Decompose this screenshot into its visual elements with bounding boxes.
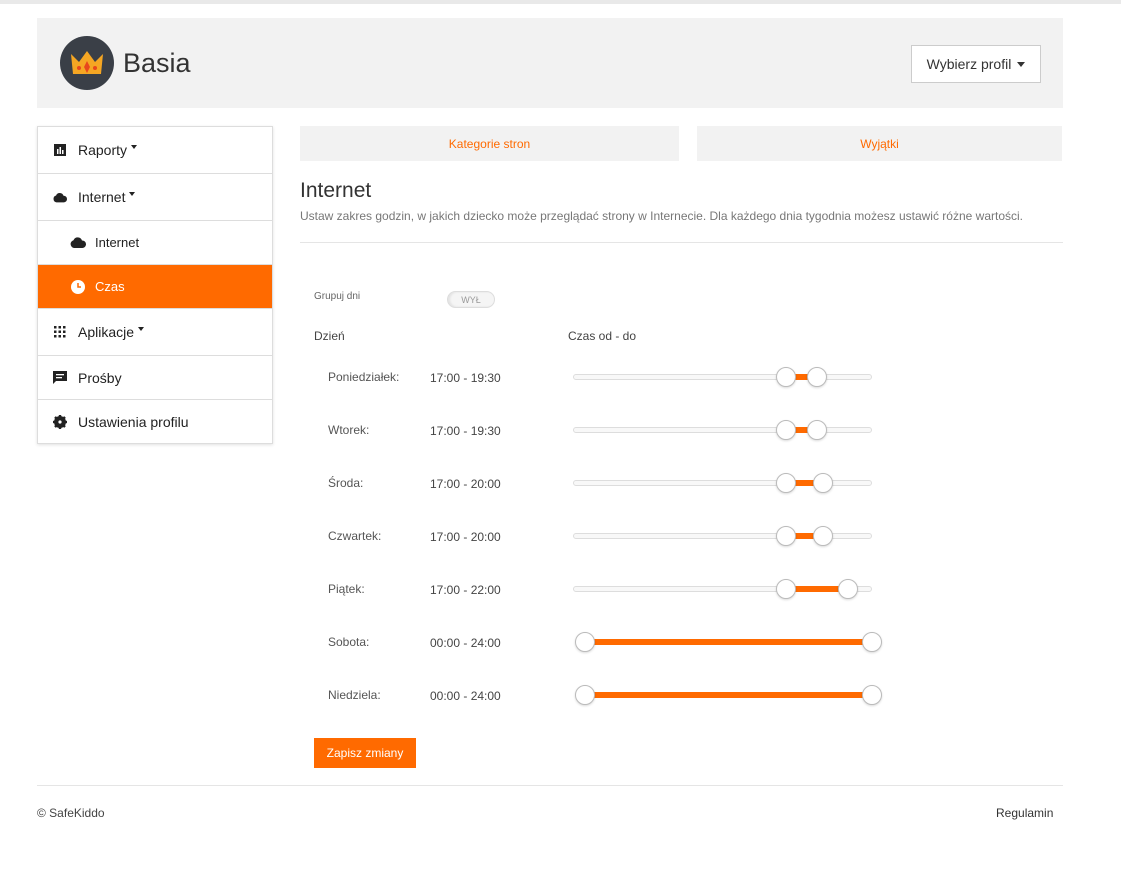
sidebar-item-aplikacje[interactable]: Aplikacje: [38, 309, 272, 356]
day-time-range: 17:00 - 20:00: [430, 530, 501, 544]
time-slider-fill: [585, 692, 872, 698]
day-row: Wtorek: 17:00 - 19:30: [314, 415, 914, 445]
sidebar-item-label: Internet: [95, 235, 140, 250]
caret-down-icon: [1017, 61, 1026, 67]
time-slider-fill: [585, 639, 872, 645]
tab-wyjatki[interactable]: Wyjątki: [697, 126, 1062, 161]
sidebar-subitem-czas[interactable]: Czas: [38, 265, 272, 309]
cloud-icon: [53, 190, 67, 204]
time-slider-end-handle[interactable]: [838, 579, 858, 599]
day-name: Poniedziałek:: [328, 370, 400, 384]
time-slider-end-handle[interactable]: [862, 632, 882, 652]
day-row: Poniedziałek: 17:00 - 19:30: [314, 362, 914, 392]
caret-down-icon: [138, 327, 145, 331]
sidebar-item-raporty[interactable]: Raporty: [38, 127, 272, 174]
time-slider-end-handle[interactable]: [807, 367, 827, 387]
caret-down-icon: [131, 145, 138, 149]
sidebar-item-internet[interactable]: Internet: [38, 174, 272, 221]
day-row: Sobota: 00:00 - 24:00: [314, 627, 914, 657]
crown-icon: [71, 51, 103, 74]
sidebar-item-label: Ustawienia profilu: [78, 413, 189, 430]
day-name: Piątek:: [328, 582, 365, 596]
sidebar-subitem-internet[interactable]: Internet: [38, 221, 272, 265]
day-time-range: 17:00 - 22:00: [430, 583, 501, 597]
time-slider-track[interactable]: [573, 427, 872, 433]
tab-kategorie-stron[interactable]: Kategorie stron: [300, 126, 679, 161]
sidebar: Raporty Internet Internet Czas Aplikacje: [37, 126, 273, 444]
profile-name: Basia: [123, 48, 191, 78]
cloud-icon: [70, 236, 86, 250]
footer-divider: [37, 785, 1063, 786]
clock-icon: [70, 279, 86, 294]
group-days-toggle[interactable]: WYŁ: [447, 291, 495, 308]
page-title: Internet: [300, 179, 372, 202]
avatar: [60, 36, 114, 90]
profile-select-dropdown[interactable]: Wybierz profil: [911, 45, 1041, 83]
apps-grid-icon: [53, 325, 67, 339]
time-slider-start-handle[interactable]: [776, 579, 796, 599]
day-name: Sobota:: [328, 635, 370, 649]
day-name: Niedziela:: [328, 688, 381, 702]
day-time-range: 17:00 - 19:30: [430, 424, 501, 438]
day-row: Niedziela: 00:00 - 24:00: [314, 680, 914, 710]
sidebar-item-label: Internet: [78, 189, 126, 205]
day-name: Wtorek:: [328, 423, 370, 437]
column-header-day: Dzień: [314, 329, 345, 343]
time-slider-end-handle[interactable]: [813, 526, 834, 546]
sidebar-item-label: Prośby: [78, 369, 122, 386]
day-row: Środa: 17:00 - 20:00: [314, 468, 914, 498]
sidebar-item-label: Czas: [95, 279, 125, 294]
gear-icon: [53, 414, 67, 429]
time-slider-start-handle[interactable]: [776, 473, 796, 493]
message-icon: [53, 370, 67, 385]
day-time-range: 17:00 - 19:30: [430, 371, 501, 385]
time-slider-end-handle[interactable]: [807, 420, 827, 440]
column-header-time: Czas od - do: [568, 329, 637, 343]
page-description: Ustaw zakres godzin, w jakich dziecko mo…: [300, 209, 1023, 223]
day-row: Piątek: 17:00 - 22:00: [314, 574, 914, 604]
time-slider-start-handle[interactable]: [776, 420, 796, 440]
sidebar-item-ustawienia-profilu[interactable]: Ustawienia profilu: [38, 400, 272, 443]
terms-link[interactable]: Regulamin: [996, 806, 1053, 820]
day-row: Czwartek: 17:00 - 20:00: [314, 521, 914, 551]
time-slider-start-handle[interactable]: [575, 632, 595, 652]
save-button[interactable]: Zapisz zmiany: [314, 738, 416, 768]
bar-chart-icon: [53, 143, 67, 157]
day-time-range: 17:00 - 20:00: [430, 477, 501, 491]
sidebar-item-label: Aplikacje: [78, 324, 135, 340]
time-slider-start-handle[interactable]: [575, 685, 595, 705]
copyright: © SafeKiddo: [37, 806, 105, 820]
time-slider-start-handle[interactable]: [776, 367, 796, 387]
caret-down-icon: [129, 192, 136, 196]
group-days-label: Grupuj dni: [314, 291, 361, 302]
profile-header: Basia Wybierz profil: [37, 18, 1063, 108]
profile-select-label: Wybierz profil: [926, 56, 1012, 72]
time-slider-track[interactable]: [573, 374, 872, 380]
day-name: Środa:: [328, 476, 364, 490]
time-slider-end-handle[interactable]: [862, 685, 882, 705]
day-name: Czwartek:: [328, 529, 382, 543]
sidebar-item-prosby[interactable]: Prośby: [38, 356, 272, 400]
time-slider-end-handle[interactable]: [813, 473, 834, 493]
sidebar-item-label: Raporty: [78, 142, 128, 158]
top-border: [0, 0, 1121, 4]
divider: [300, 242, 1063, 243]
day-time-range: 00:00 - 24:00: [430, 689, 501, 703]
time-slider-start-handle[interactable]: [776, 526, 796, 546]
day-time-range: 00:00 - 24:00: [430, 636, 501, 650]
